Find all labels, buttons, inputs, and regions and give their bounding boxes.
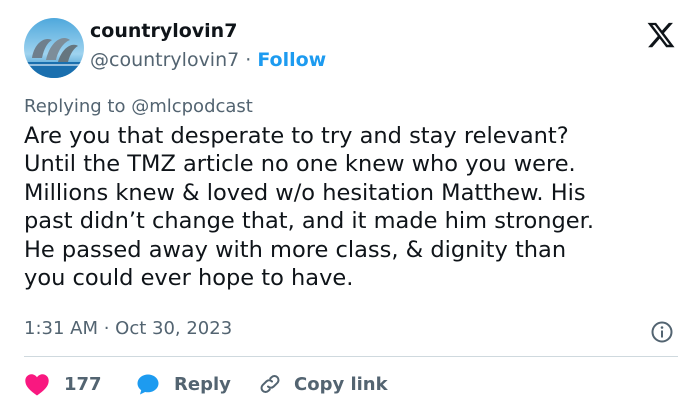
replying-prefix: Replying to (24, 96, 132, 117)
divider (24, 356, 678, 357)
separator-dot: · (239, 49, 258, 71)
reply-bubble-icon (137, 374, 159, 395)
replying-to: Replying to @mlcpodcast (24, 96, 253, 117)
info-icon[interactable] (650, 320, 674, 344)
display-name[interactable]: countrylovin7 (90, 20, 237, 42)
link-icon (260, 375, 280, 393)
like-count: 177 (64, 373, 102, 395)
heart-icon (25, 374, 49, 396)
copy-link-button[interactable]: Copy link (258, 370, 388, 398)
tweet-text: Are you that desperate to try and stay r… (24, 123, 594, 292)
reply-button[interactable]: Reply (136, 370, 231, 398)
user-avatar[interactable] (24, 18, 84, 78)
tweet-header: countrylovin7 @countrylovin7 · Follow (24, 16, 676, 82)
copy-link-label: Copy link (294, 373, 388, 395)
user-handle[interactable]: @countrylovin7 (90, 49, 239, 71)
x-logo-icon[interactable] (646, 20, 676, 50)
tweet-timestamp[interactable]: 1:31 AM · Oct 30, 2023 (24, 318, 232, 339)
reply-label: Reply (174, 373, 231, 395)
dolphins-avatar-icon (24, 18, 84, 78)
handle-line: @countrylovin7 · Follow (90, 49, 326, 71)
follow-button[interactable]: Follow (257, 49, 326, 71)
like-button[interactable]: 177 (24, 370, 102, 398)
reply-mention-link[interactable]: @mlcpodcast (131, 96, 253, 117)
